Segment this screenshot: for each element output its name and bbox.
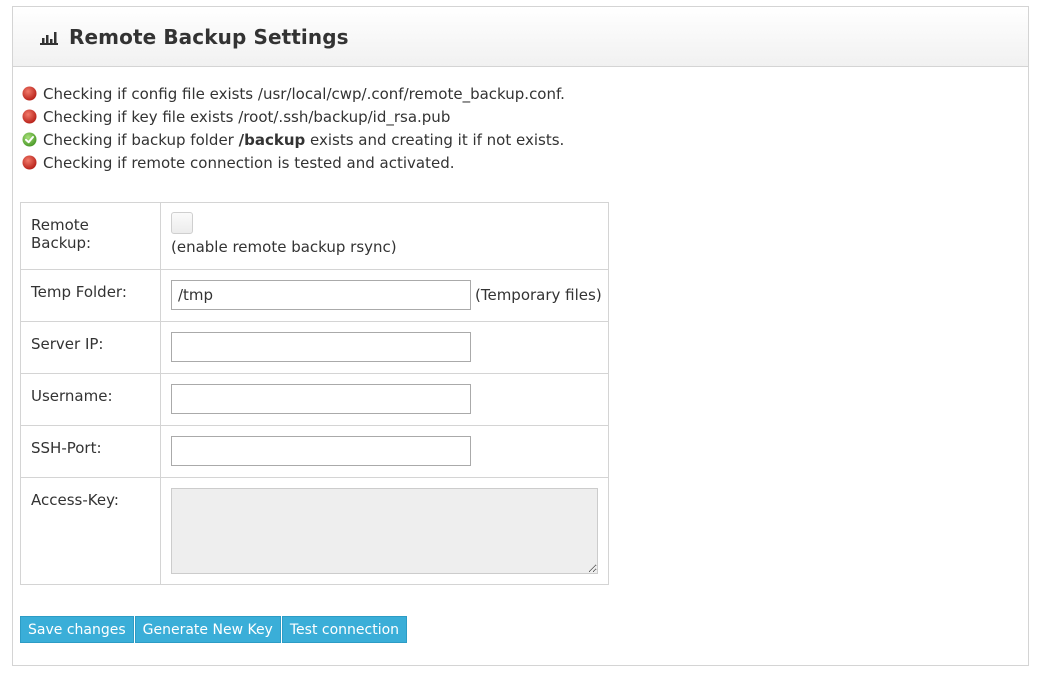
temp-folder-row: Temp Folder: (Temporary files): [20, 269, 609, 322]
server-ip-row: Server IP:: [20, 321, 609, 374]
access-key-label: Access-Key:: [20, 477, 161, 585]
check-config-file: Checking if config file exists /usr/loca…: [22, 82, 565, 105]
red-dot-icon: [22, 155, 37, 170]
green-check-icon: [22, 132, 37, 147]
remote-backup-label: Remote Backup:: [20, 202, 161, 270]
page-title: Remote Backup Settings: [69, 24, 349, 49]
check-key-file: Checking if key file exists /root/.ssh/b…: [22, 105, 565, 128]
temp-folder-label: Temp Folder:: [20, 269, 161, 322]
red-dot-icon: [22, 86, 37, 101]
check-text: Checking if key file exists /root/.ssh/b…: [43, 107, 451, 126]
server-ip-label: Server IP:: [20, 321, 161, 374]
red-dot-icon: [22, 109, 37, 124]
generate-new-key-button[interactable]: Generate New Key: [134, 616, 281, 643]
check-backup-folder: Checking if backup folder /backup exists…: [22, 128, 565, 151]
username-label: Username:: [20, 373, 161, 426]
check-text: Checking if remote connection is tested …: [43, 153, 455, 172]
test-connection-button[interactable]: Test connection: [281, 616, 408, 643]
access-key-textarea[interactable]: [171, 488, 598, 574]
action-buttons: Save changes Generate New Key Test conne…: [20, 616, 408, 643]
username-row: Username:: [20, 373, 609, 426]
check-text: Checking if config file exists /usr/loca…: [43, 84, 565, 103]
ssh-port-row: SSH-Port:: [20, 425, 609, 478]
ssh-port-label: SSH-Port:: [20, 425, 161, 478]
remote-backup-hint: (enable remote backup rsync): [171, 238, 397, 256]
server-ip-input[interactable]: [171, 332, 471, 362]
temp-folder-hint: (Temporary files): [475, 286, 602, 304]
bar-chart-icon: [39, 29, 59, 45]
check-text: Checking if backup folder /backup exists…: [43, 130, 565, 149]
panel-header: Remote Backup Settings: [13, 7, 1028, 67]
ssh-port-input[interactable]: [171, 436, 471, 466]
username-input[interactable]: [171, 384, 471, 414]
settings-form: Remote Backup: (enable remote backup rsy…: [20, 202, 609, 585]
remote-backup-row: Remote Backup: (enable remote backup rsy…: [20, 202, 609, 270]
status-checklist: Checking if config file exists /usr/loca…: [22, 82, 565, 174]
check-remote-connection: Checking if remote connection is tested …: [22, 151, 565, 174]
remote-backup-checkbox[interactable]: [171, 212, 193, 234]
temp-folder-input[interactable]: [171, 280, 471, 310]
access-key-row: Access-Key:: [20, 477, 609, 585]
save-changes-button[interactable]: Save changes: [20, 616, 134, 643]
